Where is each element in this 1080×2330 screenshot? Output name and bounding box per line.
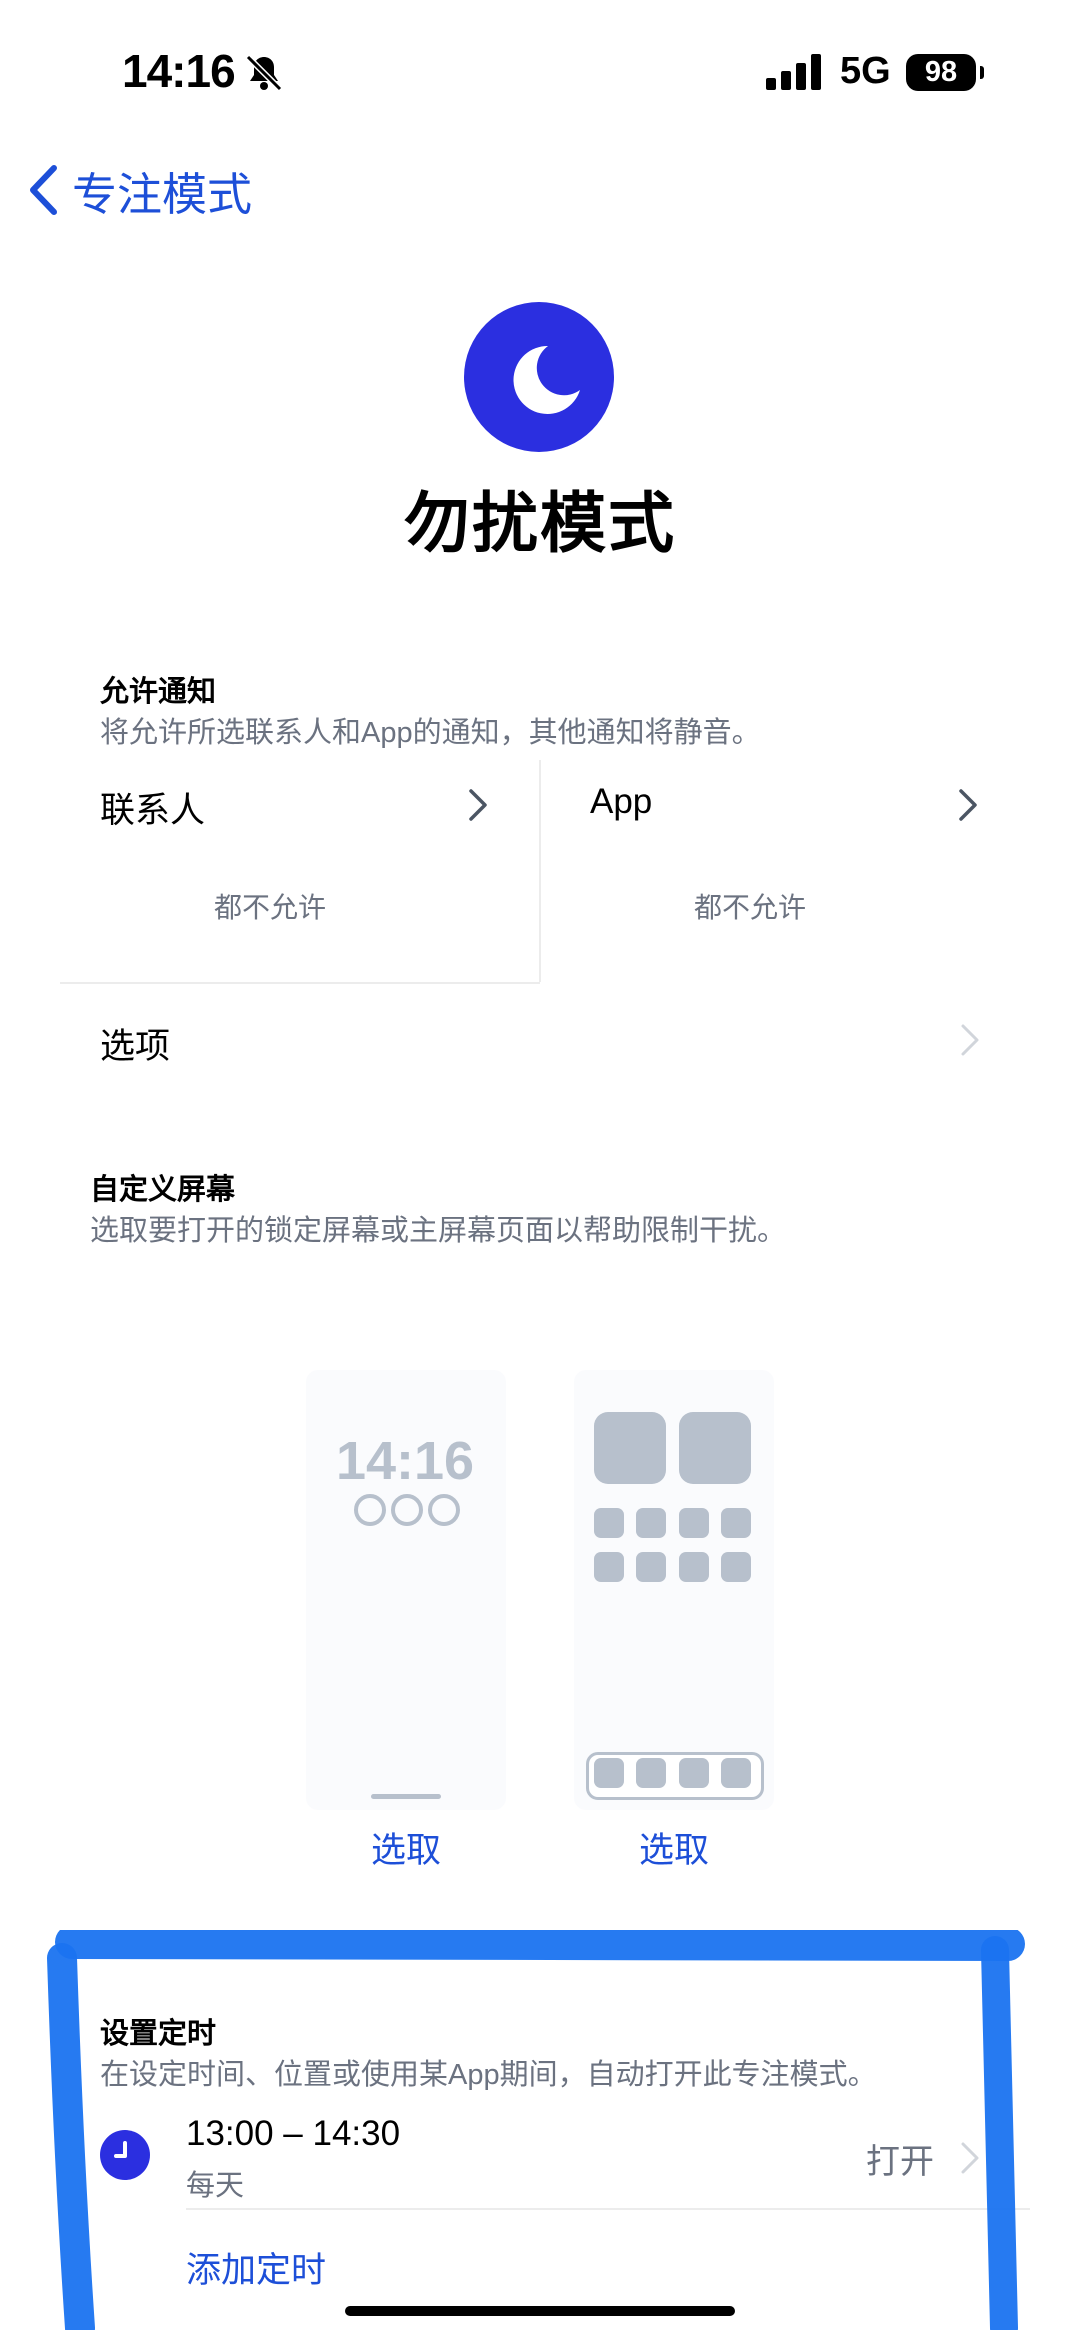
- chevron-left-icon: [30, 165, 57, 215]
- card-divider-vertical: [539, 760, 541, 982]
- schedule-heading: 设置定时: [100, 2018, 217, 2050]
- signal-icon: [766, 54, 821, 90]
- clock-icon: [100, 2130, 150, 2180]
- battery-indicator: 98: [906, 54, 976, 91]
- lock-home-bar: [371, 1794, 441, 1799]
- back-button[interactable]: 专注模式: [28, 160, 252, 220]
- dock-icon-placeholder: [721, 1758, 751, 1788]
- app-icon-placeholder: [721, 1508, 751, 1538]
- network-type: 5G: [840, 50, 891, 92]
- contacts-label: 联系人: [100, 791, 206, 830]
- allow-notifications-heading: 允许通知: [100, 676, 217, 708]
- app-icon-placeholder: [679, 1508, 709, 1538]
- apps-label: App: [590, 782, 653, 821]
- widget-placeholder: [428, 1494, 460, 1526]
- schedule-time: 13:00 – 14:30: [186, 2114, 401, 2153]
- allow-notifications-subtitle: 将允许所选联系人和App的通知，其他通知将静音。: [100, 717, 761, 749]
- schedule-days: 每天: [186, 2170, 245, 2202]
- chevron-right-icon: [961, 2142, 979, 2174]
- widget-placeholder: [391, 1494, 423, 1526]
- app-icon-placeholder: [594, 1508, 624, 1538]
- bell-slash-icon: [245, 54, 283, 92]
- dock-icon-placeholder: [636, 1758, 666, 1788]
- schedule-subtitle: 在设定时间、位置或使用某App期间，自动打开此专注模式。: [100, 2059, 877, 2091]
- customize-screens-subtitle: 选取要打开的锁定屏幕或主屏幕页面以帮助限制干扰。: [90, 1215, 787, 1247]
- focus-icon-badge: [464, 302, 614, 452]
- home-screen-select-link[interactable]: 选取: [574, 1822, 774, 1873]
- status-time: 14:16: [122, 45, 236, 97]
- app-icon-placeholder: [636, 1552, 666, 1582]
- app-icon-placeholder: [594, 1412, 666, 1484]
- dock-icon-placeholder: [594, 1758, 624, 1788]
- customize-screens-heading: 自定义屏幕: [90, 1174, 236, 1206]
- add-schedule-link[interactable]: 添加定时: [186, 2242, 326, 2293]
- widget-placeholder: [354, 1494, 386, 1526]
- app-icon-placeholder: [721, 1552, 751, 1582]
- apps-card[interactable]: App 都不允许: [542, 760, 1020, 980]
- app-icon-placeholder: [594, 1552, 624, 1582]
- schedule-status: 打开: [866, 2143, 934, 2181]
- app-icon-placeholder: [636, 1508, 666, 1538]
- contacts-value: 都不允许: [213, 892, 326, 923]
- dock-icon-placeholder: [679, 1758, 709, 1788]
- chevron-right-icon: [961, 1024, 979, 1056]
- schedule-divider: [186, 2208, 1030, 2210]
- options-label: 选项: [100, 1027, 171, 1066]
- apps-value: 都不允许: [693, 892, 806, 923]
- contacts-card[interactable]: 联系人 都不允许: [60, 760, 538, 980]
- moon-icon: [513, 345, 580, 414]
- lock-preview-time: 14:16: [335, 1431, 475, 1491]
- options-row[interactable]: 选项: [60, 992, 1020, 1088]
- chevron-right-icon: [959, 789, 977, 821]
- battery-tip: [980, 66, 984, 79]
- app-icon-placeholder: [679, 1412, 751, 1484]
- lock-screen-select-link[interactable]: 选取: [306, 1822, 506, 1873]
- app-icon-placeholder: [679, 1552, 709, 1582]
- back-label: 专注模式: [72, 168, 253, 220]
- card-divider-horizontal: [60, 982, 540, 984]
- home-indicator: [345, 2306, 735, 2316]
- chevron-right-icon: [469, 789, 487, 821]
- page-title: 勿扰模式: [404, 486, 676, 560]
